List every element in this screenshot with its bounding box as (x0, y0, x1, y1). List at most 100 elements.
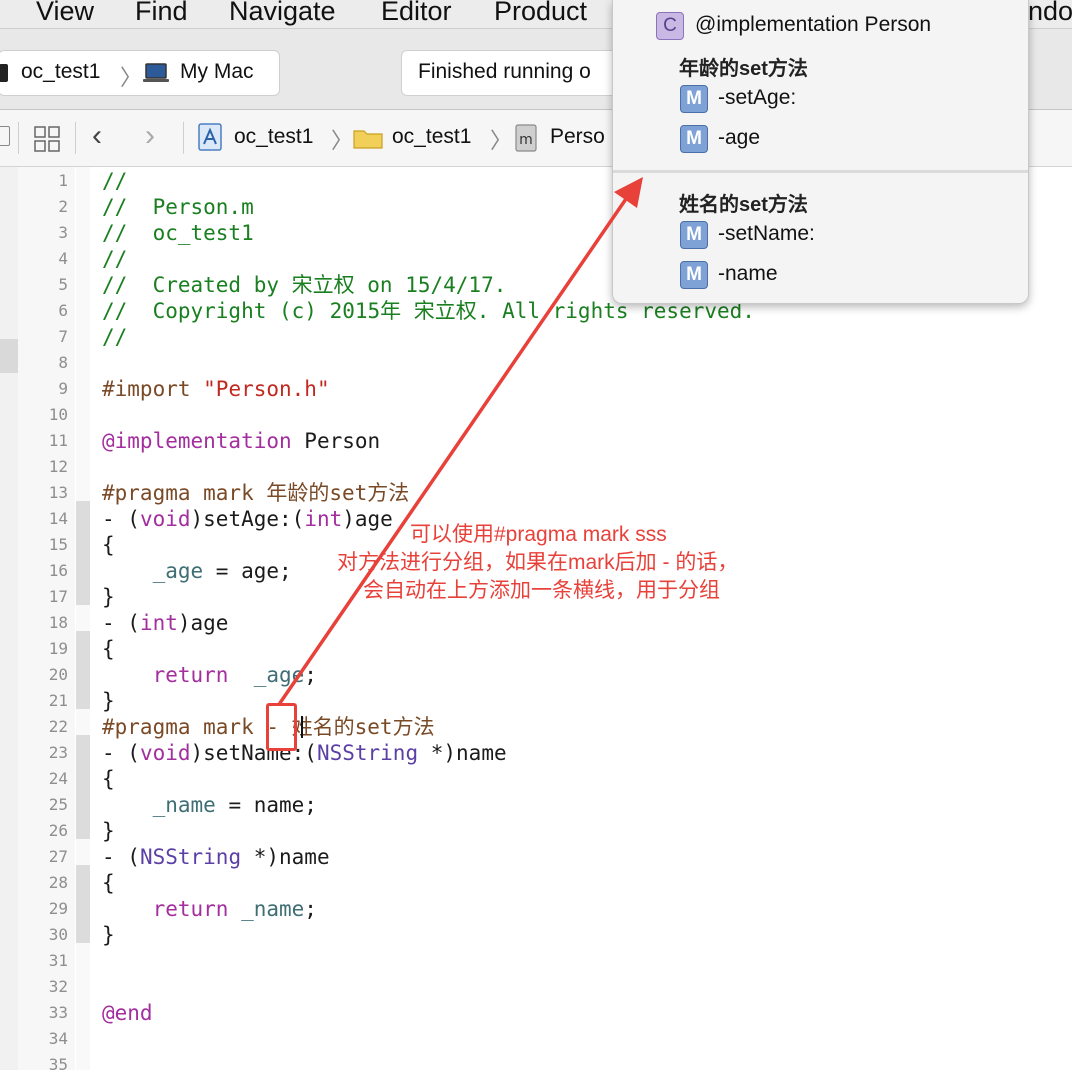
code-token: )age (177, 611, 229, 635)
line-number: 16 (48, 561, 68, 580)
code-token: ; (304, 663, 317, 687)
popup-item-age[interactable]: M -age (680, 124, 1000, 154)
popup-header[interactable]: @implementation Person (695, 13, 931, 37)
popup-item-label: -setAge: (718, 86, 797, 109)
code-line: { (102, 533, 115, 557)
line-number: 35 (48, 1055, 68, 1074)
line-number: 4 (58, 249, 68, 268)
popup-item-setAge[interactable]: M -setAge: (680, 84, 1000, 114)
code-folding-ribbon[interactable] (76, 167, 90, 1070)
back-arrow-icon[interactable]: ‹ (92, 119, 102, 153)
menu-product[interactable]: Product (494, 0, 587, 28)
forward-arrow-icon[interactable]: › (145, 119, 155, 153)
code-token: )setName:( (190, 741, 317, 765)
popup-item-name[interactable]: M -name (680, 260, 1000, 290)
code-token: *)name (418, 741, 507, 765)
line-number: 18 (48, 613, 68, 632)
code-line: @end (102, 1001, 153, 1025)
document-items-popup[interactable]: C @implementation Person 年龄的set方法 M -set… (612, 0, 1029, 304)
code-token: _name (228, 897, 305, 921)
chevron-right-icon: 〉 (331, 128, 354, 153)
scheme-app-icon (0, 64, 8, 82)
code-line: - (int)age (102, 610, 228, 636)
code-token: )age (342, 507, 393, 531)
scheme-device[interactable]: My Mac (180, 60, 254, 84)
code-line: { (102, 767, 115, 791)
related-items-icon[interactable] (0, 126, 10, 146)
annotation-line-1: 可以使用#pragma mark sss (410, 523, 667, 546)
line-number: 28 (48, 873, 68, 892)
line-number: 14 (48, 509, 68, 528)
code-line: - (void)setName:(NSString *)name (102, 740, 507, 766)
code-token: = age; (203, 559, 292, 583)
divider (18, 122, 19, 154)
code-token: return (102, 663, 229, 687)
menu-find[interactable]: Find (135, 0, 188, 28)
laptop-icon (143, 63, 169, 82)
code-token: @implementation (102, 429, 292, 453)
scheme-selector[interactable]: oc_test1 〉 My Mac (0, 50, 280, 96)
breadcrumb-file[interactable]: Perso (550, 125, 605, 149)
popup-item-setName[interactable]: M -setName: (680, 220, 1000, 250)
line-number: 23 (48, 743, 68, 762)
menu-navigate[interactable]: Navigate (229, 0, 336, 28)
scheme-target[interactable]: oc_test1 (21, 60, 100, 84)
menu-view[interactable]: View (36, 0, 94, 28)
code-token: int (304, 507, 343, 531)
line-number: 15 (48, 535, 68, 554)
code-token: - ( (102, 507, 140, 531)
line-number: 11 (48, 431, 68, 450)
svg-text:m: m (519, 132, 533, 148)
code-line: _name = name; (102, 792, 317, 818)
code-token: _age (102, 559, 204, 583)
divider (183, 122, 184, 154)
code-token: _name (102, 793, 216, 817)
line-number: 22 (48, 717, 68, 736)
line-number: 6 (58, 301, 68, 320)
code-token: Person (291, 429, 381, 453)
line-number: 32 (48, 977, 68, 996)
annotation-line-3: 会自动在上方添加一条横线，用于分组 (363, 579, 720, 602)
code-line: - (NSString *)name (102, 844, 330, 870)
breadcrumb-group[interactable]: oc_test1 (392, 125, 471, 149)
line-number: 29 (48, 899, 68, 918)
code-line: return _age; (102, 662, 317, 688)
code-token: #import (102, 377, 204, 401)
code-token: return (102, 897, 229, 921)
popup-item-label: -age (718, 126, 761, 149)
line-number: 25 (48, 795, 68, 814)
line-number: 3 (58, 223, 68, 242)
method-icon: M (680, 221, 708, 249)
line-number: 24 (48, 769, 68, 788)
navigator-edge (0, 167, 19, 1070)
annotation-line-2: 对方法进行分组，如果在mark后加 - 的话， (337, 551, 739, 574)
code-line: // oc_test1 (102, 221, 254, 245)
annotation-highlight-box (266, 703, 297, 751)
code-line: return _name; (102, 896, 317, 922)
popup-group-title: 姓名的set方法 (679, 194, 808, 216)
line-number: 26 (48, 821, 68, 840)
code-token: NSString (316, 741, 419, 765)
code-line: // Person.m (102, 195, 254, 219)
method-icon: M (680, 125, 708, 153)
menu-editor[interactable]: Editor (381, 0, 452, 28)
line-number: 7 (58, 327, 68, 346)
chevron-right-icon: 〉 (490, 128, 513, 153)
code-token: ; (304, 897, 317, 921)
line-number: 10 (48, 405, 68, 424)
menu-window[interactable]: ndo (1028, 0, 1072, 28)
line-number: 27 (48, 847, 68, 866)
line-number: 1 (58, 171, 68, 190)
code-line: } (102, 689, 115, 713)
code-token: = name; (215, 793, 317, 817)
folder-icon (353, 130, 383, 149)
code-token: - ( (102, 845, 140, 869)
line-number: 33 (48, 1003, 68, 1022)
line-number: 31 (48, 951, 68, 970)
code-token: - ( (102, 611, 140, 635)
breadcrumb-project[interactable]: oc_test1 (234, 125, 313, 149)
related-files-grid-icon[interactable] (34, 126, 60, 152)
line-number: 34 (48, 1029, 68, 1048)
code-line: { (102, 637, 115, 661)
line-number: 19 (48, 639, 68, 658)
